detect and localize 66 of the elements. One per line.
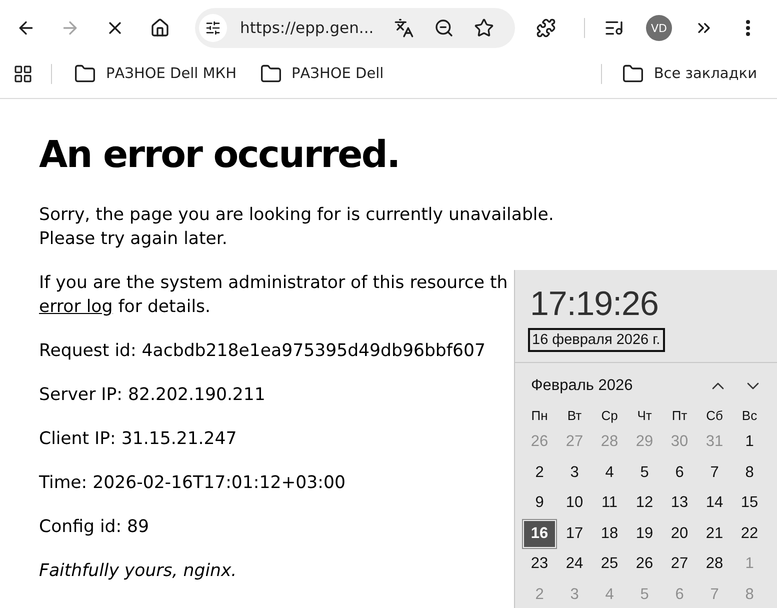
- signature: Faithfully yours, nginx.: [39, 560, 237, 583]
- month-title[interactable]: Февраль 2026: [531, 377, 706, 395]
- calendar-day[interactable]: 13: [663, 489, 696, 518]
- calendar-day[interactable]: 17: [558, 520, 591, 548]
- info-line: Client IP: 31.15.21.247: [39, 428, 237, 451]
- weekday-label: Сб: [706, 408, 723, 422]
- calendar-day[interactable]: 23: [523, 550, 556, 578]
- info-line: Config id: 89: [39, 516, 150, 539]
- calendar-day[interactable]: 27: [663, 550, 696, 578]
- weekday-label: Вт: [567, 408, 582, 422]
- site-settings-button[interactable]: [199, 14, 227, 42]
- calendar-day[interactable]: 14: [698, 489, 731, 518]
- calendar-day[interactable]: 21: [698, 520, 731, 548]
- calendar-day[interactable]: 16: [523, 520, 556, 548]
- current-date[interactable]: 16 февраля 2026 г.: [528, 328, 666, 352]
- calendar-day[interactable]: 12: [628, 489, 661, 518]
- error-log-link[interactable]: error log: [39, 297, 113, 317]
- calendar-day[interactable]: 4: [593, 458, 626, 487]
- bookmark-item[interactable]: РАЗНОЕ Dell МКН: [66, 60, 245, 88]
- weekday-label: Пт: [672, 408, 688, 422]
- puzzle-icon: [536, 18, 556, 38]
- star-icon: [474, 18, 494, 38]
- calendar-day[interactable]: 15: [733, 489, 766, 518]
- calendar-day[interactable]: 2: [523, 458, 556, 487]
- clock-time: 17:19:26: [530, 284, 658, 324]
- folder-icon: [74, 63, 96, 85]
- sliders-icon: [205, 20, 221, 36]
- calendar-day[interactable]: 10: [558, 489, 591, 518]
- calendar-day[interactable]: 22: [733, 520, 766, 548]
- info-line: Time: 2026-02-16T17:01:12+03:00: [39, 472, 346, 495]
- profile-avatar[interactable]: VD: [646, 15, 672, 41]
- calendar-day[interactable]: 19: [628, 520, 661, 548]
- admin-notice: If you are the system administrator of this resource th error log for details.: [39, 272, 508, 319]
- calendar-day[interactable]: 25: [593, 550, 626, 578]
- zoom-out-icon: [434, 18, 454, 38]
- calendar-day[interactable]: 26: [628, 550, 661, 578]
- calendar-day[interactable]: 6: [663, 458, 696, 487]
- address-bar[interactable]: https://epp.gen...: [195, 8, 515, 48]
- calendar-day[interactable]: 5: [628, 458, 661, 487]
- calendar-day[interactable]: 7: [698, 458, 731, 487]
- calendar-day[interactable]: 1: [733, 428, 766, 456]
- weekday-label: Чт: [637, 408, 652, 422]
- calendar-day[interactable]: 9: [523, 489, 556, 518]
- calendar-day[interactable]: 8: [733, 458, 766, 487]
- house-icon: [150, 18, 170, 38]
- translate-icon: [394, 18, 414, 38]
- info-line: Server IP: 82.202.190.211: [39, 384, 266, 407]
- all-bookmarks-button[interactable]: Все закладки: [614, 60, 765, 88]
- calendar-day[interactable]: 3: [558, 458, 591, 487]
- folder-icon: [622, 63, 644, 85]
- folder-icon: [260, 63, 282, 85]
- grid-icon: [13, 64, 33, 84]
- calendar-day[interactable]: 18: [593, 520, 626, 548]
- weekday-label: Вс: [742, 408, 758, 422]
- url-text: https://epp.gen...: [240, 19, 375, 37]
- calendar-day[interactable]: 20: [663, 520, 696, 548]
- error-message: Sorry, the page you are looking for is currently unavailable. Please try again later.: [39, 204, 554, 251]
- menu-icon: [746, 20, 750, 36]
- bookmark-item[interactable]: РАЗНОЕ Dell: [252, 60, 392, 88]
- calendar-day[interactable]: 28: [698, 550, 731, 578]
- weekday-label: Ср: [601, 408, 618, 422]
- info-line: Request id: 4acbdb218e1ea975395d49db96bbf607: [39, 340, 486, 363]
- weekday-label: Пн: [531, 408, 548, 422]
- error-heading: An error occurred.: [39, 133, 400, 177]
- calendar-day[interactable]: 24: [558, 550, 591, 578]
- calendar-day[interactable]: 11: [593, 489, 626, 518]
